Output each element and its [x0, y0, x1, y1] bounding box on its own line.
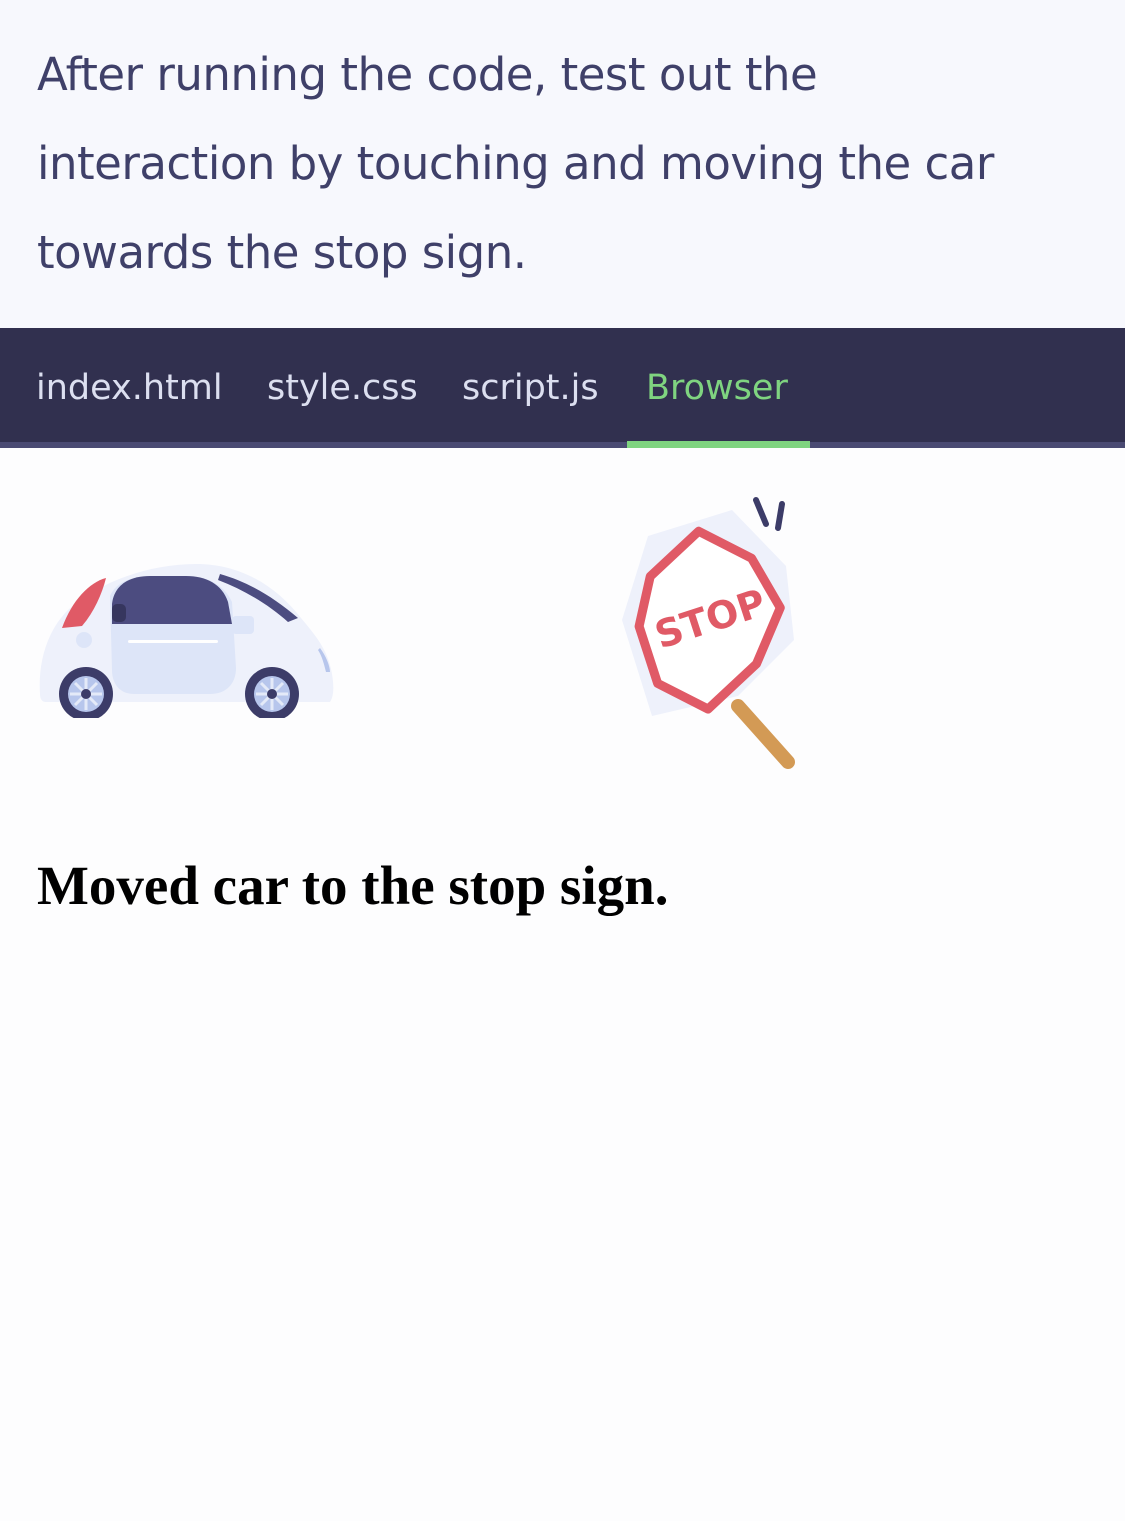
instructions-line-1: After running the code, test out the	[37, 48, 818, 101]
instructions-line-2: interaction by touching and moving the c…	[37, 137, 994, 190]
stop-sign-icon: STOP	[622, 497, 795, 769]
active-tab-indicator	[627, 441, 810, 448]
file-tab-bar: index.html style.css script.js Browser	[0, 328, 1125, 448]
tab-browser[interactable]: Browser	[646, 362, 788, 414]
instructions-text: After running the code, test out the int…	[37, 30, 1089, 297]
instructions-line-3: towards the stop sign.	[37, 226, 527, 279]
instructions-panel: After running the code, test out the int…	[0, 0, 1125, 328]
browser-preview: STOP Moved car to the stop sign.	[0, 448, 1125, 1521]
car-icon[interactable]	[36, 544, 336, 718]
tab-style-css[interactable]: style.css	[267, 362, 418, 414]
tab-script-js[interactable]: script.js	[462, 362, 599, 414]
tab-index-html[interactable]: index.html	[36, 362, 223, 414]
status-message: Moved car to the stop sign.	[37, 855, 669, 916]
